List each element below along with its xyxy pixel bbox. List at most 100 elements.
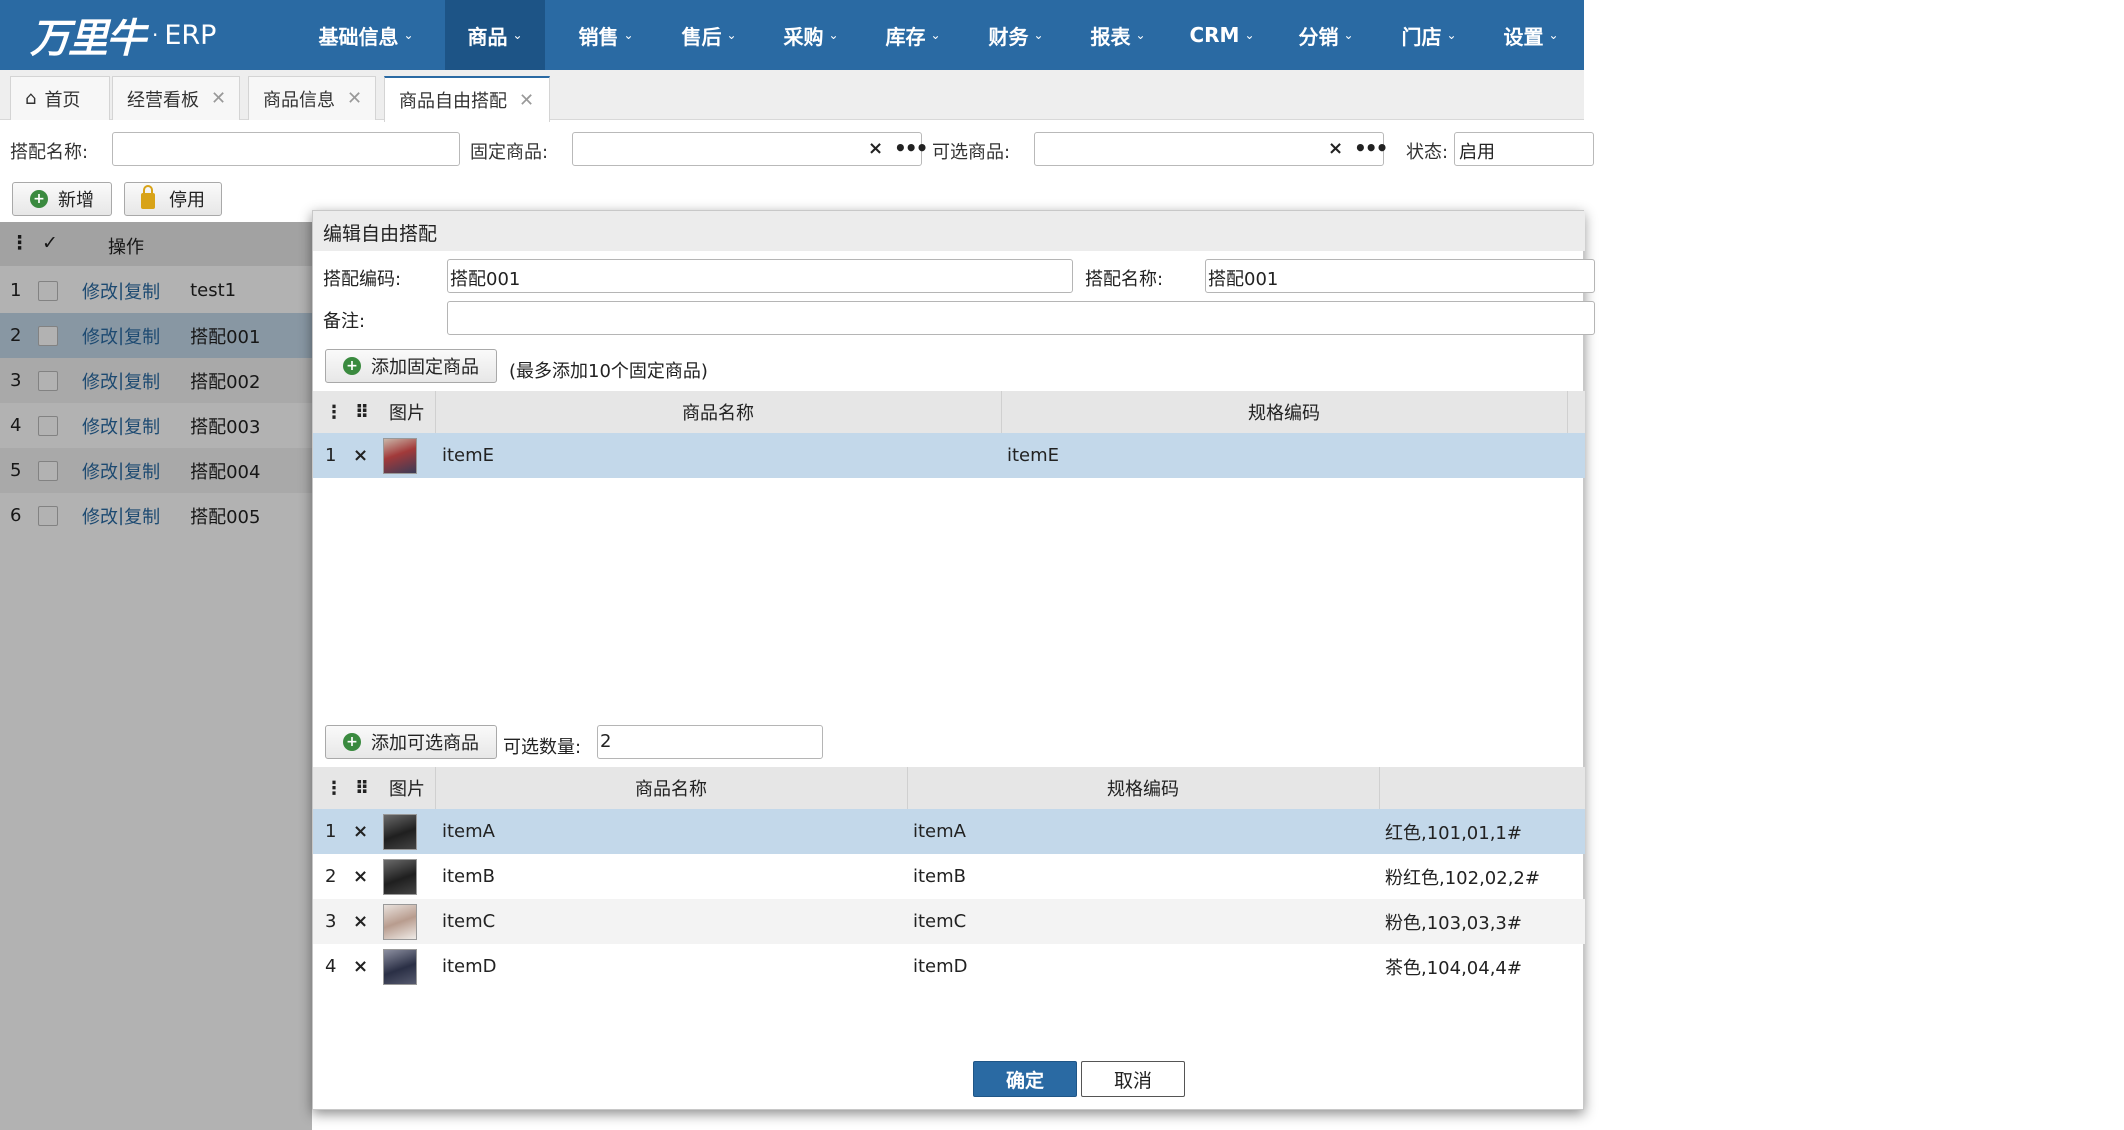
- remark-input[interactable]: [447, 301, 1595, 335]
- top-navigation-bar: 万里牛 · ERP 基础信息 ⌄ 商品 ⌄ 销售 ⌄ 售后 ⌄ 采购 ⌄ 库存 ⌄ 财务 ⌄ …: [0, 0, 1584, 70]
- name-column-header: 商品名称: [635, 779, 707, 800]
- tab-label: 商品信息: [263, 89, 335, 111]
- spec-code: itemE: [1007, 445, 1060, 466]
- fixed-goods-grid-header: ⋮ ⠿ 图片 商品名称 规格编码: [313, 391, 1585, 433]
- close-icon[interactable]: ✕: [211, 88, 226, 109]
- tab-dashboard[interactable]: 经营看板 ✕: [112, 76, 240, 120]
- chevron-down-icon: ⌄: [1033, 28, 1044, 42]
- add-optional-goods-label: 添加可选商品: [371, 733, 479, 754]
- nav-label: 商品: [467, 24, 508, 49]
- more-icon[interactable]: •••: [894, 136, 928, 160]
- nav-label: 库存: [885, 24, 926, 49]
- clear-icon[interactable]: ×: [1328, 138, 1343, 159]
- nav-item-reports[interactable]: 报表 ⌄: [1077, 0, 1159, 70]
- nav-item-distribution[interactable]: 分销 ⌄: [1285, 0, 1367, 70]
- delete-icon[interactable]: ×: [353, 433, 368, 478]
- edit-combo-dialog: 编辑自由搭配 搭配编码: 搭配001 搭配名称: 搭配001 备注: + 添加固…: [312, 210, 1595, 1110]
- row-number: 1: [325, 445, 337, 466]
- product-thumbnail: [383, 854, 417, 899]
- confirm-button[interactable]: 确定: [973, 1061, 1077, 1097]
- spec-attributes: 茶色,104,04,4#: [1385, 957, 1522, 979]
- nav-item-stores[interactable]: 门店 ⌄: [1388, 0, 1470, 70]
- spec-attributes: 粉红色,102,02,2#: [1385, 867, 1540, 889]
- drag-handle-icon: ⠿: [355, 777, 370, 799]
- table-row[interactable]: 3 × itemC itemC 粉色,103,03,3#: [313, 899, 1585, 944]
- table-row[interactable]: 2 × itemB itemB 粉红色,102,02,2#: [313, 854, 1585, 899]
- modal-backdrop: [0, 222, 312, 1130]
- filter-name-input[interactable]: [112, 132, 460, 166]
- clear-icon[interactable]: ×: [868, 138, 883, 159]
- name-input[interactable]: 搭配001: [1205, 259, 1595, 293]
- cancel-button[interactable]: 取消: [1081, 1061, 1185, 1097]
- tab-free-combo[interactable]: 商品自由搭配 ✕: [384, 76, 550, 122]
- delete-icon[interactable]: ×: [353, 899, 368, 944]
- add-fixed-goods-button[interactable]: + 添加固定商品: [325, 349, 497, 383]
- table-row[interactable]: 1 × itemA itemA 红色,101,01,1#: [313, 809, 1585, 854]
- nav-item-goods[interactable]: 商品 ⌄: [445, 0, 545, 70]
- nav-item-basic-info[interactable]: 基础信息 ⌄: [315, 0, 417, 70]
- optional-count-label: 可选数量:: [503, 737, 582, 758]
- chevron-down-icon: ⌄: [930, 28, 941, 42]
- nav-item-purchase[interactable]: 采购 ⌄: [770, 0, 852, 70]
- nav-label: 财务: [988, 24, 1029, 49]
- nav-item-finance[interactable]: 财务 ⌄: [975, 0, 1057, 70]
- nav-item-sales[interactable]: 销售 ⌄: [565, 0, 647, 70]
- product-thumbnail: [383, 944, 417, 989]
- table-row[interactable]: 1 × itemE itemE: [313, 433, 1585, 478]
- plus-circle-icon: +: [30, 190, 48, 208]
- product-name: itemB: [442, 866, 496, 887]
- disable-button[interactable]: 停用: [124, 182, 222, 216]
- spec-column-header: 规格编码: [1248, 403, 1320, 424]
- code-input[interactable]: 搭配001: [447, 259, 1073, 293]
- product-thumbnail: [383, 809, 417, 854]
- tab-goods-info[interactable]: 商品信息 ✕: [248, 76, 376, 120]
- tab-label: 首页: [44, 89, 81, 111]
- row-number: 1: [325, 821, 337, 842]
- lock-icon: [141, 185, 155, 209]
- spec-code: itemB: [913, 866, 967, 887]
- logo[interactable]: 万里牛 · ERP: [30, 8, 216, 62]
- home-icon: ⌂: [25, 88, 37, 109]
- chevron-down-icon: ⌄: [1548, 28, 1559, 42]
- product-name: itemC: [442, 911, 496, 932]
- chevron-down-icon: ⌄: [1446, 28, 1457, 42]
- dialog-title: 编辑自由搭配: [313, 211, 1585, 251]
- nav-item-settings[interactable]: 设置 ⌄: [1490, 0, 1572, 70]
- nav-label: 售后: [681, 24, 722, 49]
- nav-item-inventory[interactable]: 库存 ⌄: [872, 0, 954, 70]
- delete-icon[interactable]: ×: [353, 944, 368, 989]
- tab-home[interactable]: ⌂ 首页: [10, 76, 110, 120]
- spec-code: itemA: [913, 821, 966, 842]
- optional-count-input[interactable]: 2: [597, 725, 823, 759]
- tab-label: 经营看板: [127, 89, 199, 111]
- chevron-down-icon: ⌄: [512, 28, 523, 42]
- filter-fixed-label: 固定商品:: [470, 142, 549, 163]
- delete-icon[interactable]: ×: [353, 809, 368, 854]
- product-name: itemA: [442, 821, 495, 842]
- code-label: 搭配编码:: [323, 269, 402, 290]
- nav-item-after-sales[interactable]: 售后 ⌄: [668, 0, 750, 70]
- close-icon[interactable]: ✕: [347, 88, 362, 109]
- logo-dot: ·: [152, 23, 159, 47]
- logo-suffix: ERP: [164, 19, 217, 51]
- row-number: 4: [325, 956, 337, 977]
- nav-item-crm[interactable]: CRM ⌄: [1176, 0, 1268, 70]
- spec-attributes: 红色,101,01,1#: [1385, 822, 1522, 844]
- close-icon[interactable]: ✕: [519, 90, 534, 111]
- add-button[interactable]: + 新增: [12, 182, 112, 216]
- more-icon[interactable]: •••: [1354, 136, 1388, 160]
- logo-brand-text: 万里牛: [30, 15, 146, 62]
- plus-circle-icon: +: [343, 357, 361, 375]
- add-fixed-goods-label: 添加固定商品: [371, 357, 479, 378]
- nav-label: 分销: [1298, 24, 1339, 49]
- chevron-down-icon: ⌄: [726, 28, 737, 42]
- table-row[interactable]: 4 × itemD itemD 茶色,104,04,4#: [313, 944, 1585, 989]
- add-optional-goods-button[interactable]: + 添加可选商品: [325, 725, 497, 759]
- filter-status-select[interactable]: 启用: [1454, 132, 1594, 166]
- spec-column-header: 规格编码: [1107, 779, 1179, 800]
- spec-code: itemC: [913, 911, 967, 932]
- nav-label: 销售: [578, 24, 619, 49]
- delete-icon[interactable]: ×: [353, 854, 368, 899]
- vertical-dots-icon[interactable]: ⋮: [325, 767, 343, 809]
- vertical-dots-icon[interactable]: ⋮: [325, 391, 343, 433]
